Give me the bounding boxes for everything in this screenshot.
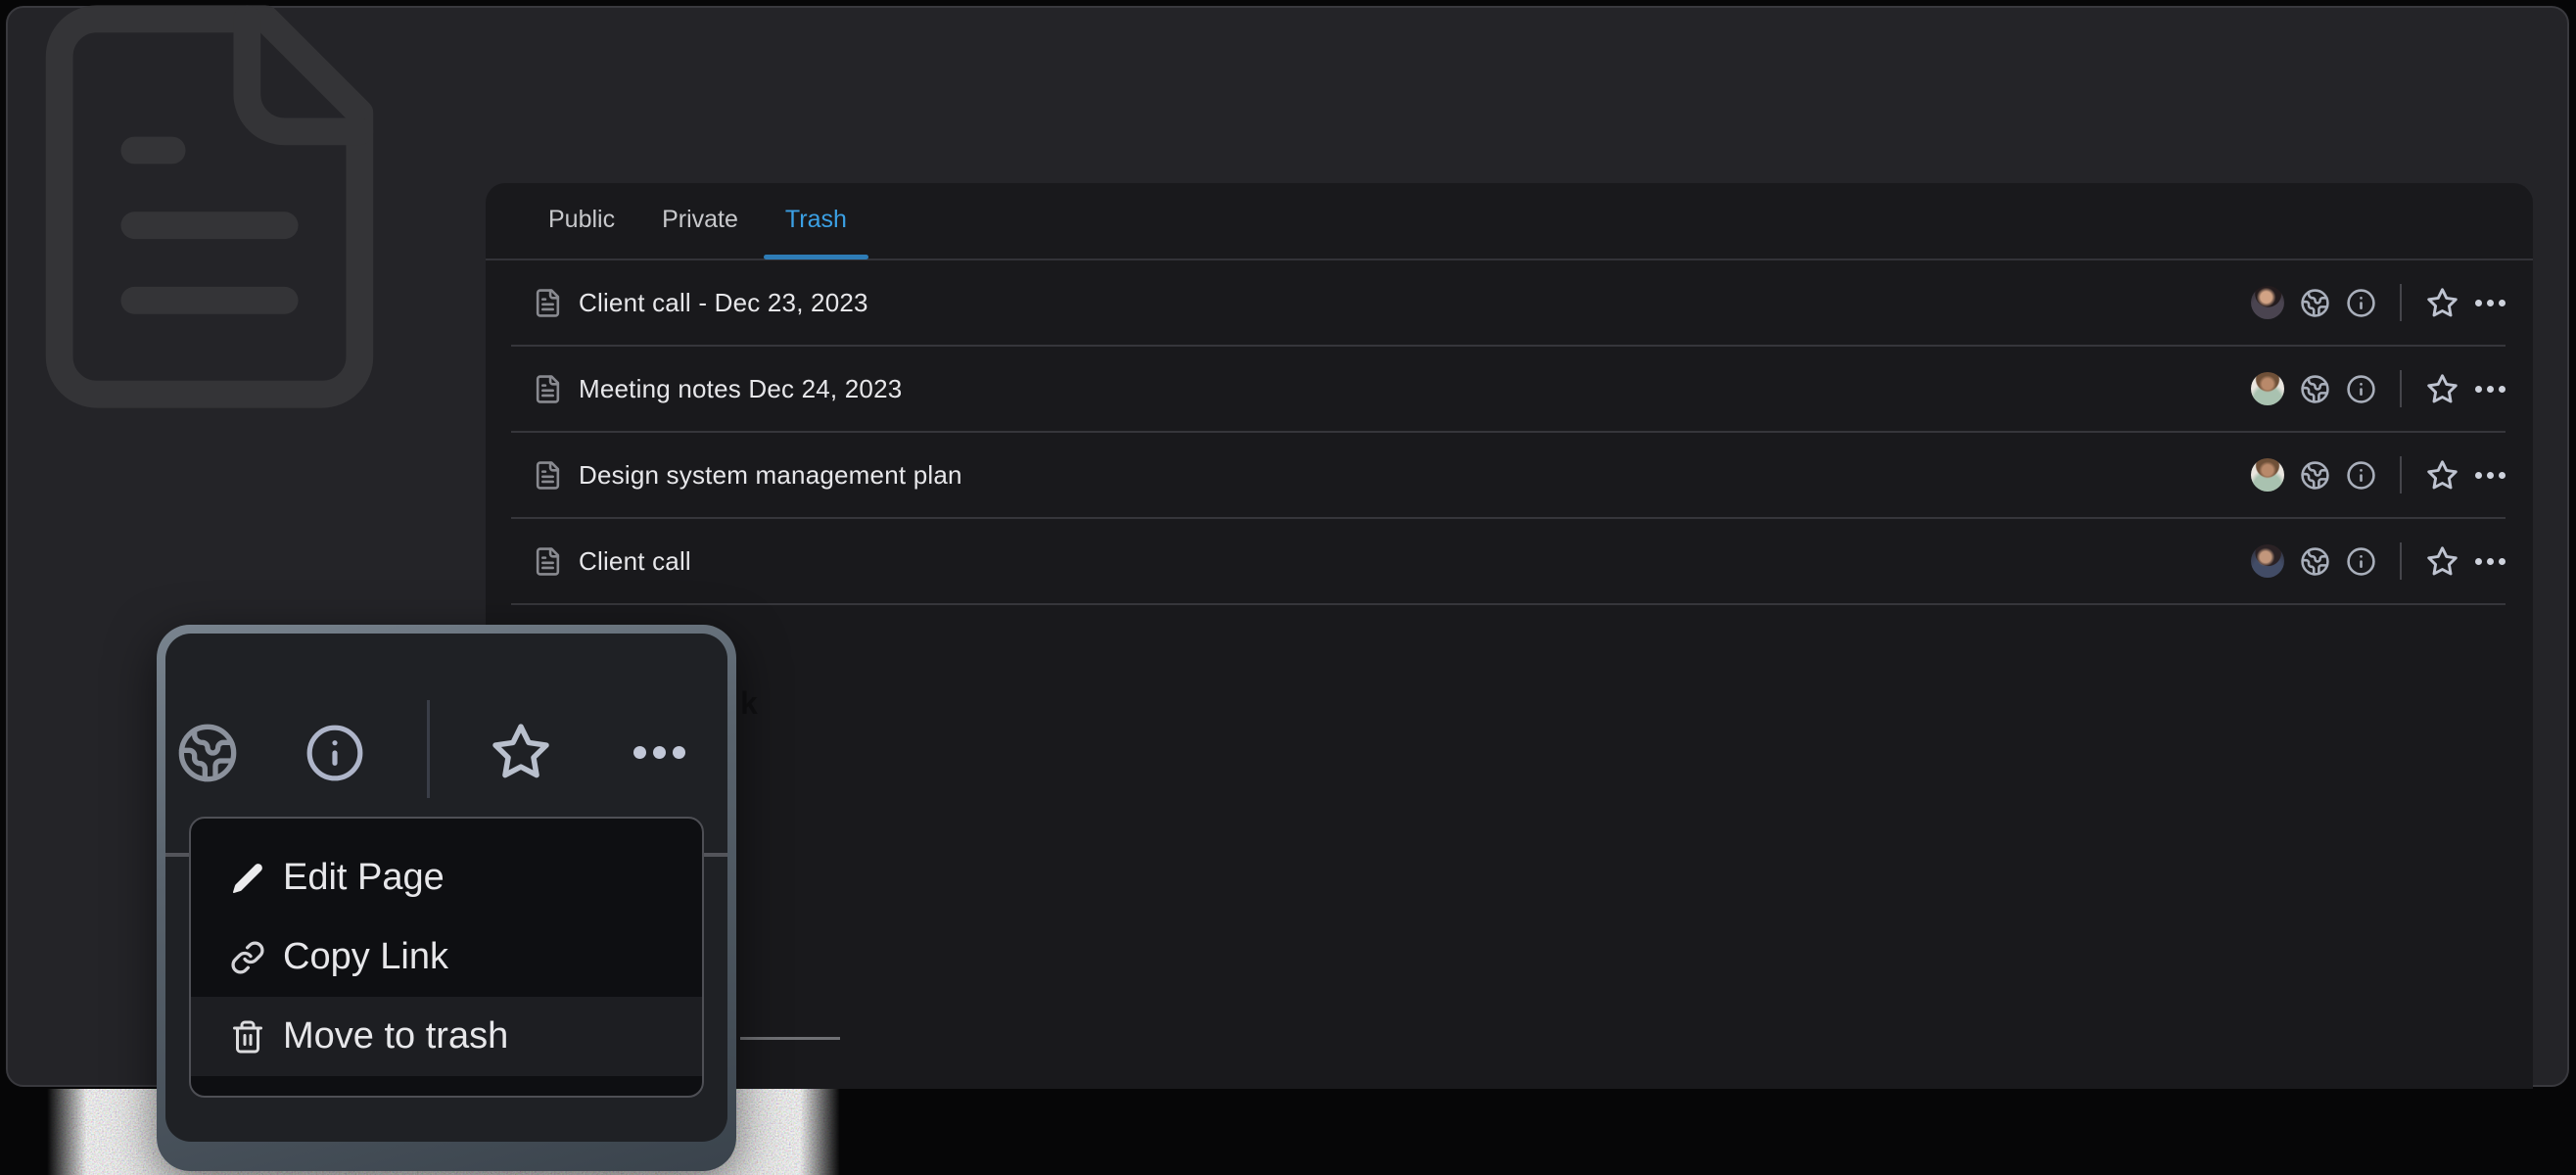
row-title: Design system management plan xyxy=(579,460,962,491)
pencil-icon xyxy=(228,859,267,898)
more-icon[interactable] xyxy=(633,746,685,759)
avatar xyxy=(2251,372,2284,405)
row-title: Client call xyxy=(579,546,691,577)
more-icon[interactable] xyxy=(2475,472,2506,479)
menu-item-copy-link[interactable]: Copy Link xyxy=(191,917,702,997)
menu-item-move-to-trash[interactable]: Move to trash xyxy=(191,997,702,1076)
table-row[interactable]: Design system management plan xyxy=(511,433,2506,519)
actions-divider xyxy=(2400,370,2402,407)
document-list-panel: Public Private Trash Client call - Dec 2… xyxy=(486,183,2533,1089)
screen: Public Private Trash Client call - Dec 2… xyxy=(0,0,2576,1175)
actions-divider xyxy=(2400,542,2402,580)
toolbar-divider xyxy=(427,700,430,798)
file-text-icon xyxy=(533,374,563,404)
document-watermark-icon xyxy=(0,0,435,432)
actions-divider xyxy=(2400,456,2402,494)
tab-trash-label: Trash xyxy=(785,206,847,233)
avatar xyxy=(2251,544,2284,578)
file-text-icon xyxy=(533,288,563,318)
menu-item-edit-page[interactable]: Edit Page xyxy=(191,838,702,917)
link-icon xyxy=(228,938,267,977)
tab-private[interactable]: Private xyxy=(662,182,738,259)
more-icon[interactable] xyxy=(2475,300,2506,306)
table-row[interactable]: Client call xyxy=(511,519,2506,605)
magnifier-popup-body: Edit Page Copy Link Move to trash xyxy=(165,634,727,1142)
info-icon[interactable] xyxy=(2346,288,2376,318)
menu-item-label: Copy Link xyxy=(283,936,448,978)
globe-icon[interactable] xyxy=(2300,460,2330,491)
row-title: Client call - Dec 23, 2023 xyxy=(579,288,868,318)
avatar xyxy=(2251,286,2284,319)
divider-fragment xyxy=(740,1037,840,1040)
more-icon[interactable] xyxy=(2475,558,2506,565)
trash-icon xyxy=(228,1017,267,1057)
more-icon[interactable] xyxy=(2475,386,2506,393)
star-icon[interactable] xyxy=(2425,286,2459,320)
star-icon[interactable] xyxy=(489,720,553,784)
stray-text: k xyxy=(740,685,758,722)
row-actions xyxy=(2251,456,2506,494)
avatar xyxy=(2251,458,2284,492)
star-icon[interactable] xyxy=(2425,544,2459,579)
menu-item-label: Move to trash xyxy=(283,1015,508,1058)
tab-bar: Public Private Trash xyxy=(486,183,2533,260)
row-actions xyxy=(2251,284,2506,321)
actions-divider xyxy=(2400,284,2402,321)
row-actions xyxy=(2251,542,2506,580)
globe-icon[interactable] xyxy=(2300,546,2330,577)
row-actions xyxy=(2251,370,2506,407)
info-icon[interactable] xyxy=(304,723,365,783)
globe-icon[interactable] xyxy=(176,722,239,784)
globe-icon[interactable] xyxy=(2300,288,2330,318)
globe-icon[interactable] xyxy=(2300,374,2330,404)
tab-trash[interactable]: Trash xyxy=(785,182,847,259)
context-menu: Edit Page Copy Link Move to trash xyxy=(189,817,704,1098)
info-icon[interactable] xyxy=(2346,546,2376,577)
file-text-icon xyxy=(533,546,563,577)
info-icon[interactable] xyxy=(2346,460,2376,491)
info-icon[interactable] xyxy=(2346,374,2376,404)
active-tab-underline xyxy=(764,255,868,259)
table-row[interactable]: Meeting notes Dec 24, 2023 xyxy=(511,347,2506,433)
star-icon[interactable] xyxy=(2425,458,2459,493)
table-row[interactable]: Client call - Dec 23, 2023 xyxy=(511,260,2506,347)
star-icon[interactable] xyxy=(2425,372,2459,406)
magnifier-popup: Edit Page Copy Link Move to trash xyxy=(157,625,736,1171)
row-title: Meeting notes Dec 24, 2023 xyxy=(579,374,902,404)
tab-public[interactable]: Public xyxy=(548,182,615,259)
file-text-icon xyxy=(533,460,563,491)
menu-item-label: Edit Page xyxy=(283,857,445,899)
